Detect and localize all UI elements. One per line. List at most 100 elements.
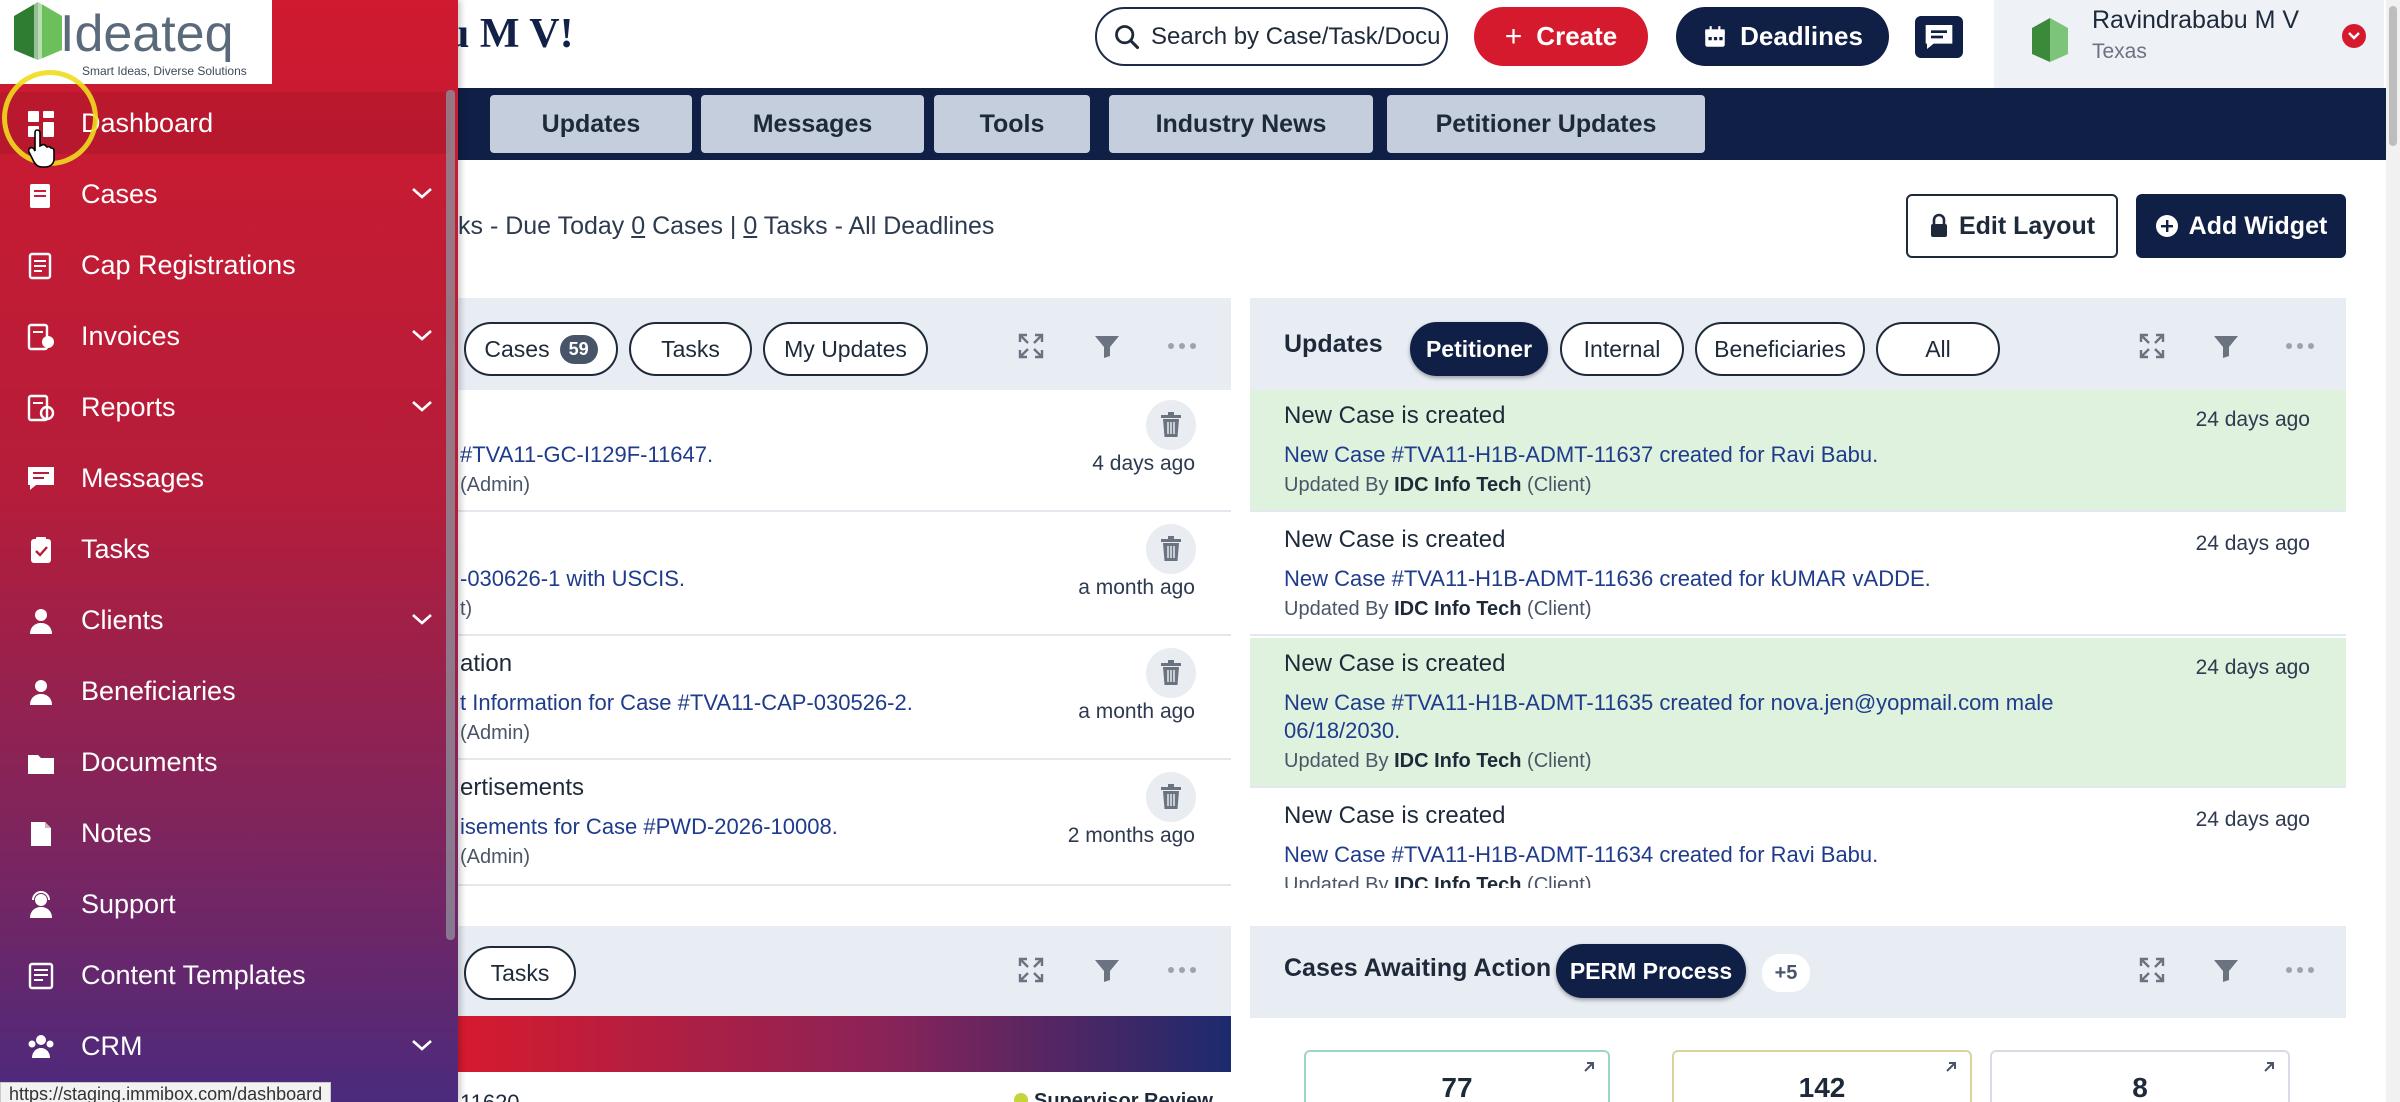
dashboard-tab-bar: Updates Messages Tools Industry News Pet… — [458, 88, 2400, 160]
filter-petitioner[interactable]: Petitioner — [1410, 322, 1548, 376]
beneficiaries-icon — [30, 680, 52, 705]
sidebar-item-notes[interactable]: Notes — [0, 802, 450, 864]
delete-button[interactable] — [1146, 772, 1196, 822]
update-time: 24 days ago — [2195, 808, 2310, 831]
delete-button[interactable] — [1146, 648, 1196, 698]
deadlines-button[interactable]: Deadlines — [1676, 7, 1889, 66]
sidebar-item-clients[interactable]: Clients — [0, 589, 450, 651]
global-search[interactable] — [1095, 7, 1448, 66]
summary-cases-word: Cases | — [645, 212, 744, 240]
clients-icon — [30, 609, 52, 634]
deadlines-label: Deadlines — [1740, 21, 1863, 51]
update-author: Updated By IDC Info Tech (Client) — [1284, 874, 1592, 888]
arrow-up-right-icon — [1946, 1062, 1956, 1072]
sidebar-item-crm[interactable]: CRM — [0, 1015, 450, 1077]
update-item[interactable]: New Case is created New Case #TVA11-H1B-… — [1250, 790, 2346, 888]
search-input[interactable] — [1151, 22, 1441, 51]
tab-updates[interactable]: Updates — [490, 95, 692, 153]
more-options-icon[interactable] — [2282, 328, 2318, 364]
page-scrollbar[interactable] — [2386, 0, 2400, 1102]
activity-item[interactable]: ertisements isements for Case #PWD-2026-… — [458, 762, 1231, 886]
tab-messages[interactable]: Messages — [701, 95, 924, 153]
sidebar-item-invoices[interactable]: Invoices — [0, 305, 450, 367]
chat-button[interactable] — [1915, 16, 1963, 58]
update-title: New Case is created — [1284, 402, 1506, 429]
activity-item[interactable]: #TVA11-GC-I129F-11647. (Admin) 4 days ag… — [458, 390, 1231, 512]
status-bar-url: https://staging.immibox.com/dashboard — [0, 1082, 332, 1102]
sidebar-item-support[interactable]: Support — [0, 873, 450, 935]
filter-beneficiaries[interactable]: Beneficiaries — [1695, 322, 1865, 376]
delete-button[interactable] — [1146, 524, 1196, 574]
filter-internal[interactable]: Internal — [1560, 322, 1684, 376]
update-item[interactable]: New Case is created New Case #TVA11-H1B-… — [1250, 514, 2346, 636]
update-item[interactable]: New Case is created New Case #TVA11-H1B-… — [1250, 638, 2346, 788]
filter-icon[interactable] — [1089, 952, 1125, 988]
more-options-icon[interactable] — [1164, 328, 1200, 364]
sidebar-item-documents[interactable]: Documents — [0, 731, 450, 793]
widget-header: Cases Awaiting Action PERM Process +5 — [1250, 926, 2346, 1018]
recent-activity-widget: Cases 59 Tasks My Updates #TVA11-GC-I129… — [458, 298, 1231, 888]
update-author-suffix: (Client) — [1521, 874, 1592, 888]
activity-item[interactable]: ation t Information for Case #TVA11-CAP-… — [458, 638, 1231, 760]
sidebar-item-reports[interactable]: Reports — [0, 376, 450, 438]
update-description: New Case #TVA11-H1B-ADMT-11634 created f… — [1284, 842, 1879, 867]
sidebar-item-beneficiaries[interactable]: Beneficiaries — [0, 660, 450, 722]
stat-card[interactable]: 142 — [1672, 1050, 1972, 1102]
due-cases-count-link[interactable]: 0 — [631, 212, 645, 240]
stat-card[interactable]: 77 — [1304, 1050, 1610, 1102]
more-options-icon[interactable] — [1164, 952, 1200, 988]
expand-icon[interactable] — [1013, 952, 1049, 988]
filter-all[interactable]: All — [1876, 322, 2000, 376]
tab-tools[interactable]: Tools — [934, 95, 1090, 153]
arrow-up-right-icon — [2264, 1062, 2274, 1072]
search-icon — [1115, 24, 1140, 49]
documents-icon — [28, 755, 54, 774]
filter-tasks[interactable]: Tasks — [464, 946, 576, 1000]
tab-industry-news[interactable]: Industry News — [1109, 95, 1373, 153]
stat-card[interactable]: 8 — [1990, 1050, 2290, 1102]
sidebar-item-content-templates[interactable]: Content Templates — [0, 944, 450, 1006]
update-title: New Case is created — [1284, 526, 1506, 553]
filter-perm-process[interactable]: PERM Process — [1556, 944, 1746, 998]
filter-my-updates[interactable]: My Updates — [763, 322, 928, 376]
more-filters-badge[interactable]: +5 — [1762, 954, 1810, 992]
filter-tasks[interactable]: Tasks — [629, 322, 752, 376]
filter-cases[interactable]: Cases 59 — [464, 322, 618, 376]
filter-icon[interactable] — [2208, 952, 2244, 988]
update-item[interactable]: New Case is created New Case #TVA11-H1B-… — [1250, 390, 2346, 512]
sidebar-item-cap-registrations[interactable]: Cap Registrations — [0, 234, 450, 296]
expand-icon[interactable] — [2134, 328, 2170, 364]
activity-item[interactable]: -030626-1 with USCIS. t) a month ago — [458, 514, 1231, 636]
stat-value: 8 — [2132, 1072, 2148, 1102]
filter-icon[interactable] — [1089, 328, 1125, 364]
user-menu[interactable]: Ravindrababu M V Texas — [1994, 0, 2384, 88]
tasks-icon — [31, 537, 51, 563]
sidebar-item-label: Reports — [81, 391, 176, 422]
tab-petitioner-updates[interactable]: Petitioner Updates — [1387, 95, 1705, 153]
update-author: Updated By IDC Info Tech (Client) — [1284, 598, 1592, 621]
add-widget-label: Add Widget — [2188, 211, 2328, 240]
widget-header: Updates Petitioner Internal Beneficiarie… — [1250, 298, 2346, 390]
expand-icon[interactable] — [1013, 328, 1049, 364]
sidebar-item-messages[interactable]: Messages — [0, 447, 450, 509]
more-options-icon[interactable] — [2282, 952, 2318, 988]
activity-time: 4 days ago — [1092, 452, 1195, 475]
update-author-prefix: Updated By — [1284, 598, 1395, 620]
filter-icon[interactable] — [2208, 328, 2244, 364]
update-author-prefix: Updated By — [1284, 874, 1395, 888]
sidebar-item-cases[interactable]: Cases — [0, 163, 450, 225]
notes-icon — [31, 822, 51, 846]
add-widget-button[interactable]: Add Widget — [2136, 194, 2346, 258]
page-scrollbar-thumb[interactable] — [2389, 6, 2397, 146]
activity-time: a month ago — [1078, 576, 1195, 599]
due-tasks-count-link[interactable]: 0 — [743, 212, 757, 240]
edit-layout-button[interactable]: Edit Layout — [1906, 194, 2118, 258]
create-button[interactable]: + Create — [1474, 7, 1648, 66]
delete-button[interactable] — [1146, 400, 1196, 450]
sidebar-item-tasks[interactable]: Tasks — [0, 518, 450, 580]
activity-description: isements for Case #PWD-2026-10008. — [460, 814, 838, 839]
status-dot-icon — [1014, 1093, 1028, 1102]
expand-icon[interactable] — [2134, 952, 2170, 988]
chevron-down-icon[interactable] — [2342, 24, 2366, 48]
sidebar-scrollbar[interactable] — [446, 90, 455, 940]
